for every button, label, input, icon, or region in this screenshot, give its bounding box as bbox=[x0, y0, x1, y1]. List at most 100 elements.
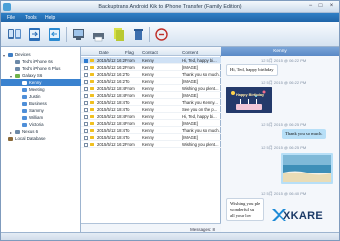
tree-item[interactable]: Ted's iPhone 6 Plus bbox=[1, 65, 81, 72]
cell-content: Thank you so much. bbox=[182, 72, 220, 77]
table-row[interactable]: 2015/5/12 18:40:00From Kenny [IMAGE] bbox=[81, 120, 221, 127]
row-checkbox[interactable] bbox=[84, 121, 88, 126]
cell-date: 2015/5/12 18:40:00 bbox=[97, 135, 125, 140]
bubble-line: all your lov bbox=[230, 212, 252, 218]
message-icon bbox=[90, 79, 94, 83]
export-icon[interactable] bbox=[70, 26, 87, 43]
tree-item[interactable]: Justin bbox=[1, 93, 81, 100]
row-checkbox[interactable] bbox=[84, 93, 88, 98]
table-row[interactable]: 2015/5/12 16:22:00From Kenny Hi, Ted, happ… bbox=[81, 57, 221, 64]
tree-root[interactable]: ▾ Devices bbox=[1, 51, 81, 58]
table-row[interactable]: 2015/5/12 18:40:00From Kenny Hi, Ted, happ… bbox=[81, 113, 221, 120]
cell-contact: Kenny bbox=[142, 121, 154, 126]
cell-content: Thank you so much. bbox=[182, 128, 220, 133]
beach-image[interactable] bbox=[281, 153, 333, 184]
column-content[interactable]: Content bbox=[182, 50, 198, 55]
cell-contact: Kenny bbox=[142, 79, 154, 84]
cell-flag: From bbox=[125, 93, 135, 98]
row-checkbox[interactable] bbox=[84, 135, 88, 140]
message-icon bbox=[90, 128, 94, 132]
table-row[interactable]: 2015/5/12 16:25:00To Kenny Thank you so mu… bbox=[81, 71, 221, 78]
row-checkbox[interactable] bbox=[84, 100, 88, 105]
cell-flag: From bbox=[125, 86, 135, 91]
tree-item-selected[interactable]: Kenny bbox=[1, 79, 81, 86]
trash-icon[interactable] bbox=[130, 26, 147, 43]
tree-item[interactable]: Business bbox=[1, 100, 81, 107]
column-flag[interactable]: Flag bbox=[125, 50, 134, 55]
phone-icon bbox=[15, 59, 20, 64]
row-checkbox[interactable] bbox=[84, 65, 88, 70]
contact-icon bbox=[22, 87, 27, 92]
cell-content: Wishing you plent... bbox=[182, 142, 219, 147]
minimize-button[interactable]: − bbox=[306, 3, 315, 10]
message-icon bbox=[90, 93, 94, 97]
cell-date: 2015/5/12 18:40:00 bbox=[97, 128, 125, 133]
contact-icon bbox=[22, 122, 27, 127]
sync-phones-icon[interactable] bbox=[6, 26, 23, 43]
column-contact[interactable]: Contact bbox=[142, 50, 158, 55]
message-icon bbox=[90, 100, 94, 104]
menu-tools[interactable]: Tools bbox=[25, 15, 37, 21]
transfer-to-android-icon[interactable] bbox=[26, 26, 43, 43]
row-checkbox[interactable] bbox=[84, 58, 88, 63]
tree-item[interactable]: Local Database bbox=[1, 135, 81, 142]
cell-contact: Kenny bbox=[142, 93, 154, 98]
table-row[interactable]: 2015/5/12 16:22:00From Kenny Wishing you p… bbox=[81, 141, 221, 148]
maximize-button[interactable]: □ bbox=[316, 3, 325, 10]
contact-icon bbox=[22, 108, 27, 113]
birthday-image[interactable]: Happy Birthday bbox=[226, 87, 272, 113]
row-checkbox[interactable] bbox=[84, 86, 88, 91]
cell-flag: To bbox=[125, 72, 130, 77]
timestamp: 12 5月 2015 @ 06:25 PM bbox=[261, 122, 307, 127]
row-checkbox[interactable] bbox=[84, 114, 88, 119]
table-row[interactable]: 2015/5/12 18:40:00To Kenny [IMAGE] bbox=[81, 134, 221, 141]
tree-item[interactable]: ▾ Galaxy S6 bbox=[1, 72, 81, 79]
contact-icon bbox=[22, 115, 27, 120]
tree-item[interactable]: Sammy bbox=[1, 107, 81, 114]
tree-item[interactable]: William bbox=[1, 114, 81, 121]
column-date[interactable]: Date bbox=[99, 50, 109, 55]
cell-content: See you on the p... bbox=[182, 107, 218, 112]
cell-contact: Kenny bbox=[142, 58, 154, 63]
status-bar bbox=[1, 232, 339, 240]
import-icon[interactable] bbox=[110, 26, 127, 43]
row-checkbox[interactable] bbox=[84, 128, 88, 133]
table-row[interactable]: 2015/5/12 16:25:00To Kenny [IMAGE] bbox=[81, 78, 221, 85]
table-row[interactable]: 2015/5/12 18:40:00From Kenny Wishing you p… bbox=[81, 85, 221, 92]
menu-help[interactable]: Help bbox=[45, 15, 55, 21]
message-count-bar: Messages: 8 bbox=[81, 223, 221, 232]
table-row[interactable]: 2015/5/12 16:22:00From Kenny [IMAGE] bbox=[81, 64, 221, 71]
cell-date: 2015/5/12 16:25:00 bbox=[97, 79, 125, 84]
cell-flag: To bbox=[125, 100, 130, 105]
cell-contact: Kenny bbox=[142, 142, 154, 147]
restore-icon[interactable] bbox=[153, 26, 170, 43]
print-icon[interactable] bbox=[90, 26, 107, 43]
tree-item[interactable]: Victoria bbox=[1, 121, 81, 128]
cell-date: 2015/5/12 18:40:00 bbox=[97, 114, 125, 119]
message-bubble-incoming: Wishing you ple wonderful su all your lo… bbox=[226, 198, 265, 222]
row-checkbox[interactable] bbox=[84, 107, 88, 112]
transfer-to-iphone-icon[interactable] bbox=[46, 26, 63, 43]
tree-item[interactable]: Ted's iPhone 6s bbox=[1, 58, 81, 65]
row-checkbox[interactable] bbox=[84, 142, 88, 147]
cell-date: 2015/5/12 18:40:00 bbox=[97, 121, 125, 126]
table-row[interactable]: 2015/5/12 18:40:00To Kenny Thank you so mu… bbox=[81, 127, 221, 134]
row-checkbox[interactable] bbox=[84, 72, 88, 77]
tree-item[interactable]: ▸ Nexus 6 bbox=[1, 128, 81, 135]
tree-item[interactable]: Meeting bbox=[1, 86, 81, 93]
table-row[interactable]: 2015/5/12 18:40:00From Kenny [IMAGE] bbox=[81, 92, 221, 99]
menu-file[interactable]: File bbox=[7, 15, 15, 21]
cell-date: 2015/5/12 16:25:00 bbox=[97, 72, 125, 77]
table-row[interactable]: 2015/5/12 18:40:00To Kenny See you on the … bbox=[81, 106, 221, 113]
close-button[interactable]: × bbox=[327, 3, 336, 10]
cell-flag: From bbox=[125, 65, 135, 70]
row-checkbox[interactable] bbox=[84, 79, 88, 84]
cell-date: 2015/5/12 18:40:00 bbox=[97, 86, 125, 91]
timestamp: 12 5月 2015 @ 06:40 PM bbox=[261, 191, 307, 196]
cell-flag: To bbox=[125, 135, 130, 140]
birthday-image-art bbox=[226, 87, 272, 113]
database-icon bbox=[8, 136, 13, 141]
cell-content: [IMAGE] bbox=[182, 135, 198, 140]
table-row[interactable]: 2015/5/12 18:40:00To Kenny Thank you Kenny… bbox=[81, 99, 221, 106]
android-icon bbox=[15, 73, 20, 78]
